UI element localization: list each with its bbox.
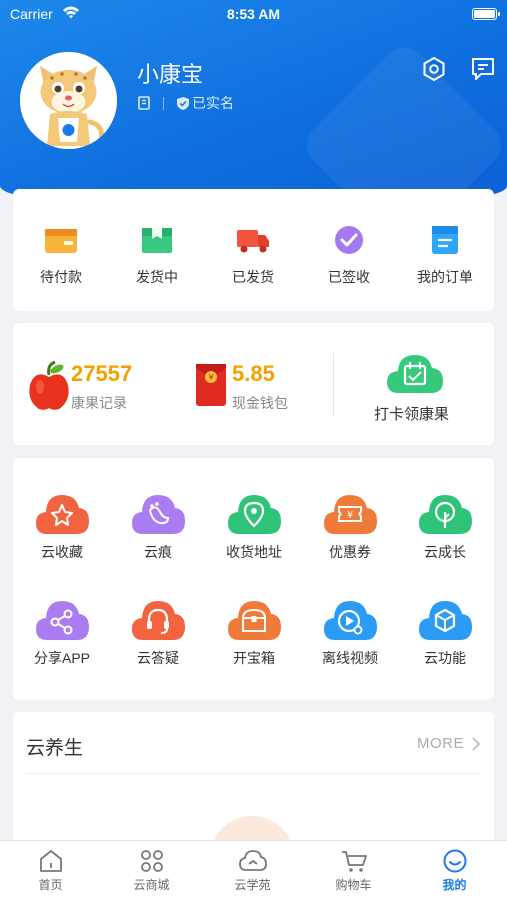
apple-points[interactable]: 27557 康果记录 — [27, 361, 177, 411]
order-label: 待付款 — [40, 269, 82, 285]
order-label: 我的订单 — [417, 269, 473, 285]
avatar[interactable] — [20, 52, 117, 149]
tab-label: 我的 — [442, 878, 467, 892]
order-pending-payment[interactable]: 待付款 — [21, 225, 101, 287]
assets-divider — [333, 353, 334, 417]
home-icon — [39, 850, 62, 872]
feature-label: 优惠券 — [329, 544, 371, 560]
check-circle-icon — [335, 226, 363, 254]
tab-cart[interactable]: 购物车 — [303, 849, 404, 893]
feature-coupons[interactable]: ¥ 优惠券 — [305, 490, 395, 562]
message-icon[interactable] — [470, 56, 496, 82]
tab-academy[interactable]: 云学苑 — [202, 849, 303, 893]
wallet-label: 现金钱包 — [232, 395, 288, 411]
feature-label: 开宝箱 — [233, 650, 275, 666]
tab-mine[interactable]: 我的 — [404, 849, 505, 893]
star-icon — [36, 495, 89, 534]
checkin-label: 打卡领康果 — [374, 406, 450, 423]
location-pin-icon — [228, 495, 281, 534]
share-icon — [36, 601, 89, 640]
footprint-icon — [132, 495, 185, 534]
more-label: MORE — [417, 735, 464, 752]
apple-label: 康果记录 — [71, 395, 127, 411]
order-label: 发货中 — [136, 269, 178, 285]
tab-home[interactable]: 首页 — [0, 849, 101, 893]
feature-favorites[interactable]: 云收藏 — [17, 490, 107, 562]
order-label: 已发货 — [232, 269, 274, 285]
feature-label: 云收藏 — [41, 544, 83, 560]
feature-qa[interactable]: 云答疑 — [113, 596, 203, 668]
leopard-mascot-icon — [20, 52, 117, 149]
book-icon[interactable] — [137, 96, 151, 110]
cloud-icon — [238, 850, 267, 871]
calendar-cloud-icon — [387, 355, 443, 393]
feature-label: 收货地址 — [226, 544, 282, 560]
tab-label: 云商城 — [133, 878, 170, 892]
feature-growth[interactable]: 云成长 — [400, 490, 490, 562]
shield-check-icon — [177, 96, 189, 110]
feature-label: 分享APP — [33, 650, 90, 666]
feature-label: 云答疑 — [137, 650, 179, 666]
grid-icon — [140, 850, 163, 872]
feature-share-app[interactable]: 分享APP — [17, 596, 107, 668]
svg-text:¥: ¥ — [208, 373, 213, 382]
smile-icon — [443, 849, 466, 873]
treasure-chest-icon — [228, 601, 281, 640]
feature-label: 云成长 — [424, 544, 466, 560]
battery-icon — [472, 8, 500, 20]
wallet-value: 5.85 — [232, 361, 275, 386]
box-icon — [142, 228, 172, 253]
cash-wallet[interactable]: ¥ 5.85 现金钱包 — [195, 361, 315, 411]
wellness-more-link[interactable]: MORE — [417, 735, 482, 752]
apple-icon — [29, 361, 69, 410]
tree-icon — [419, 495, 472, 534]
chevron-right-icon — [472, 736, 481, 751]
meta-divider — [163, 96, 164, 110]
feature-treasure-box[interactable]: 开宝箱 — [209, 596, 299, 668]
user-meta: 已实名 — [137, 93, 234, 113]
orders-card: 待付款 发货中 已发货 已签收 我的订单 — [13, 189, 494, 311]
wellness-title: 云养生 — [26, 738, 84, 759]
tab-label: 购物车 — [335, 878, 372, 892]
feature-functions[interactable]: 云功能 — [400, 596, 490, 668]
feature-footprint[interactable]: 云痕 — [113, 490, 203, 562]
truck-icon — [237, 230, 269, 253]
order-all[interactable]: 我的订单 — [405, 225, 485, 287]
order-shipped[interactable]: 已发货 — [213, 225, 293, 287]
verified-label: 已实名 — [192, 95, 234, 111]
apple-value: 27557 — [71, 361, 133, 386]
wellness-divider — [26, 773, 481, 774]
tab-store[interactable]: 云商城 — [101, 849, 202, 893]
cube-icon — [419, 601, 472, 640]
features-card: 云收藏 云痕 收货地址 ¥ 优惠券 云成长 分享APP 云答疑 开宝箱 离线视频… — [13, 458, 494, 700]
feature-label: 离线视频 — [322, 650, 378, 666]
tab-label: 首页 — [38, 878, 63, 892]
headset-icon — [132, 601, 185, 640]
tab-bar: 首页 云商城 云学苑 购物车 我的 — [0, 840, 507, 900]
username: 小康宝 — [137, 62, 204, 87]
order-received[interactable]: 已签收 — [309, 225, 389, 287]
cart-icon — [341, 851, 367, 872]
tab-label: 云学苑 — [234, 878, 271, 892]
status-bar: Carrier 8:53 AM — [0, 0, 507, 28]
status-time: 8:53 AM — [226, 6, 281, 22]
svg-text:¥: ¥ — [347, 510, 353, 521]
wallet-icon — [45, 229, 77, 253]
order-shipping[interactable]: 发货中 — [117, 225, 197, 287]
coupon-icon: ¥ — [324, 495, 377, 534]
video-disc-icon — [324, 601, 377, 640]
red-envelope-icon: ¥ — [196, 364, 226, 406]
assets-card: 27557 康果记录 ¥ 5.85 现金钱包 打卡领康果 — [13, 323, 494, 445]
feature-label: 云痕 — [144, 544, 172, 560]
feature-address[interactable]: 收货地址 — [209, 490, 299, 562]
order-label: 已签收 — [328, 269, 370, 285]
order-list-icon — [432, 226, 458, 254]
feature-offline-video[interactable]: 离线视频 — [305, 596, 395, 668]
feature-label: 云功能 — [424, 650, 466, 666]
settings-hexagon-icon[interactable] — [421, 56, 447, 82]
